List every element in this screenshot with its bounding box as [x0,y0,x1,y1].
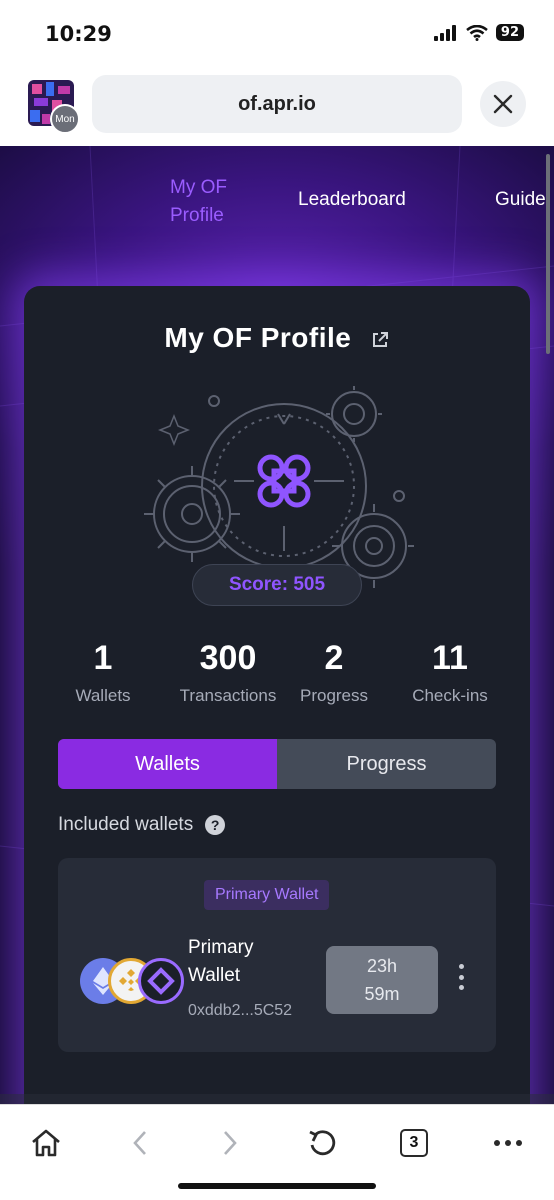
vertical-scrollbar[interactable] [546,154,550,354]
score-badge: Score: 505 [192,564,362,606]
included-wallets-heading: Included wallets ? [58,814,226,836]
primary-wallet-tag: Primary Wallet [204,880,330,910]
timer-hours: 23h [366,956,398,976]
status-icons: 92 [433,24,524,41]
stat-wallets: 1 Wallets [68,638,138,706]
chain-icons [80,958,190,1004]
profile-tabs: Wallets Progress [58,739,496,789]
chevron-left-icon [133,1131,146,1155]
external-link-icon[interactable] [370,330,390,350]
stat-label: Transactions [179,686,277,705]
stat-value: 300 [199,639,257,677]
stat-check-ins: 11 Check-ins [404,638,496,706]
tab-progress[interactable]: Progress [277,739,496,789]
stat-label: Wallets [75,686,131,705]
profile-title-row: My OF Profile [24,322,530,354]
browser-toolbar: 3 [0,1104,554,1200]
back-button[interactable] [122,1125,158,1161]
timer-minutes: 59m [364,984,400,1004]
stat-label: Check-ins [412,686,488,705]
stats-row: 1 Wallets 300 Transactions 2 Progress 11… [24,638,530,718]
home-icon [32,1129,60,1157]
stat-value: 1 [93,639,113,677]
url-bar[interactable]: of.apr.io [92,75,462,133]
horizontal-scrollbar [0,1094,554,1104]
stat-label: Progress [299,686,369,705]
profile-title: My OF Profile [164,322,352,353]
profile-card: My OF Profile Score: 505 1 Wallets 300 T… [24,286,530,1104]
battery-indicator: 92 [495,24,524,41]
home-indicator [178,1183,376,1189]
chevron-right-icon [224,1131,237,1155]
wallet-name: Primary Wallet [188,937,254,986]
status-bar: 10:29 92 [0,0,554,66]
stat-value: 11 [432,639,468,677]
more-options-icon[interactable] [456,964,466,990]
included-wallets-label: Included wallets [58,814,194,835]
reload-icon [309,1130,336,1156]
web-content: My OF Profile Leaderboard Guide My OF Pr… [0,146,554,1104]
tabs-button[interactable]: 3 [396,1125,432,1161]
close-button[interactable] [480,81,526,127]
forward-button[interactable] [212,1125,248,1161]
stat-progress: 2 Progress [294,638,374,706]
top-nav: My OF Profile Leaderboard Guide [0,174,554,234]
stat-value: 2 [324,639,344,677]
browser-bar: Mon of.apr.io [0,66,554,146]
more-icon [494,1140,522,1146]
close-icon [493,94,513,114]
wallet-address[interactable]: 0xddb2...5C52 [188,1002,292,1020]
help-icon[interactable]: ? [205,815,226,835]
apro-icon [138,958,184,1004]
wallet-card: Primary Wallet Primary Wallet 0xddb2...5… [58,858,496,1052]
nav-guide[interactable]: Guide [495,186,546,214]
nav-leaderboard[interactable]: Leaderboard [298,186,406,214]
home-button[interactable] [28,1125,64,1161]
site-badge: Mon [50,104,80,134]
nav-my-of-profile[interactable]: My OF Profile [170,174,260,230]
reload-button[interactable] [304,1125,340,1161]
checkin-timer: 23h 59m [326,946,438,1014]
signal-icon [433,24,456,41]
wifi-icon [466,24,488,41]
tab-wallets[interactable]: Wallets [58,739,277,789]
status-time: 10:29 [45,22,112,46]
stat-transactions: 300 Transactions [170,638,286,706]
tab-count: 3 [400,1129,428,1157]
more-menu-button[interactable] [490,1125,526,1161]
